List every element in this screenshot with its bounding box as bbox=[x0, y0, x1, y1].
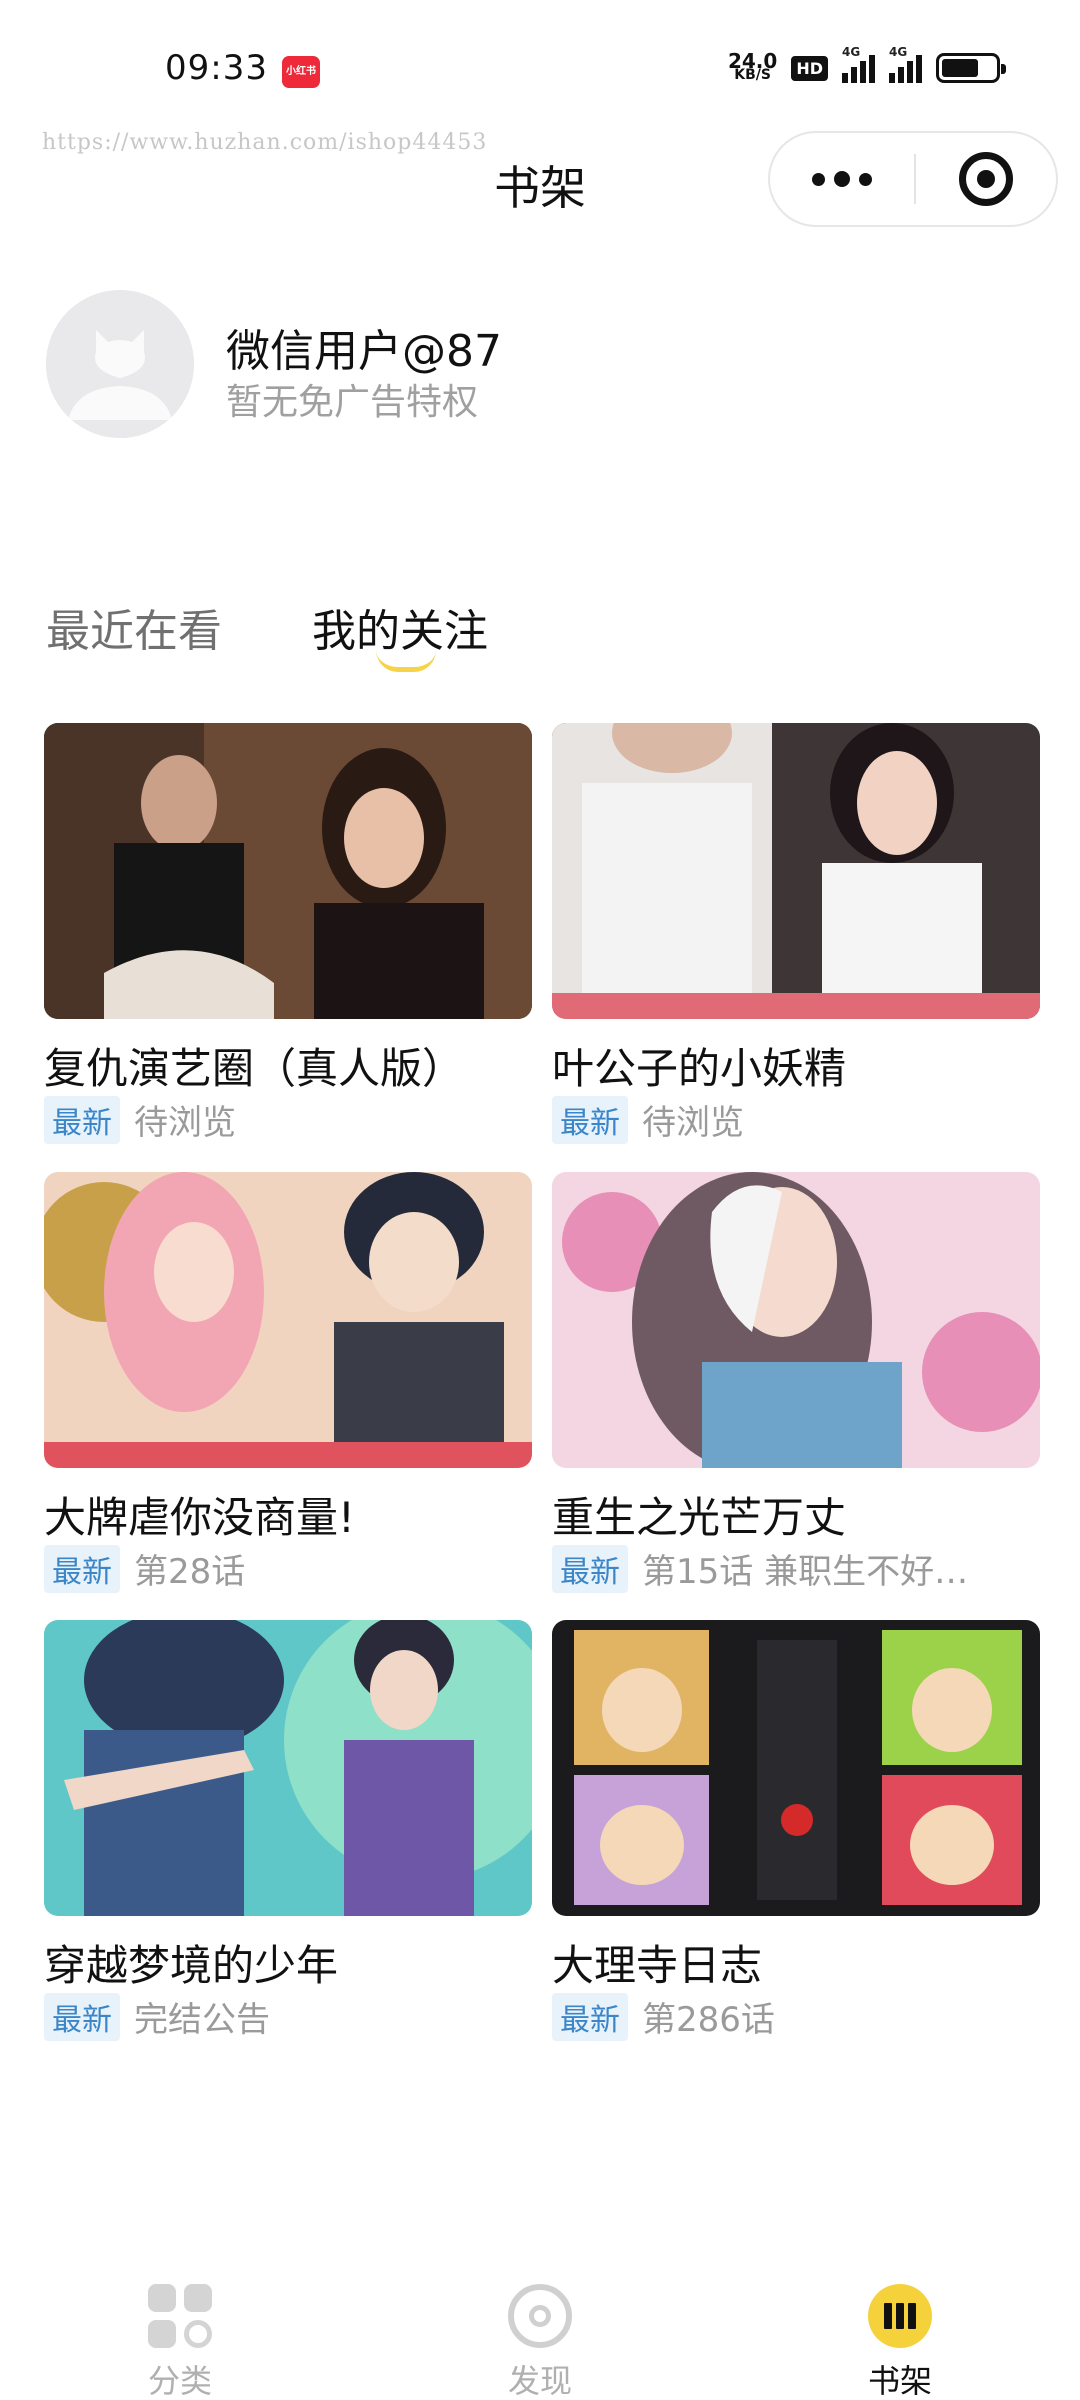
bookshelf-icon bbox=[868, 2284, 932, 2348]
net-speed: 24.0 KB/S bbox=[727, 49, 778, 83]
book-title: 复仇演艺圈（真人版） bbox=[44, 1044, 465, 1093]
book-card[interactable]: 重生之光芒万丈 最新 第15话 兼职生不好… bbox=[552, 1172, 1040, 1593]
book-meta: 最新 第286话 bbox=[552, 1992, 775, 2041]
book-status: 第15话 兼职生不好… bbox=[642, 1552, 969, 1592]
nav-bookshelf[interactable]: 书架 bbox=[830, 2284, 970, 2400]
book-meta: 最新 待浏览 bbox=[44, 1095, 236, 1144]
book-title: 穿越梦境的少年 bbox=[44, 1941, 339, 1990]
book-card[interactable]: 复仇演艺圈（真人版） 最新 待浏览 bbox=[44, 723, 532, 1144]
latest-tag: 最新 bbox=[552, 1992, 628, 2041]
discover-icon bbox=[508, 2284, 572, 2348]
hd-icon: HD bbox=[791, 55, 828, 81]
book-title: 叶公子的小妖精 bbox=[552, 1044, 847, 1093]
book-card[interactable]: 穿越梦境的少年 最新 完结公告 bbox=[44, 1620, 532, 2041]
target-icon bbox=[959, 152, 1013, 206]
latest-tag: 最新 bbox=[552, 1544, 628, 1593]
username: 微信用户@87 bbox=[226, 326, 502, 377]
close-target-button[interactable] bbox=[916, 133, 1056, 225]
nav-category[interactable]: 分类 bbox=[110, 2284, 250, 2400]
book-meta: 最新 待浏览 bbox=[552, 1095, 744, 1144]
nav-label: 分类 bbox=[147, 2362, 212, 2400]
category-grid-icon bbox=[148, 2284, 212, 2348]
avatar[interactable] bbox=[46, 290, 194, 438]
book-status: 第286话 bbox=[642, 2000, 775, 2040]
latest-tag: 最新 bbox=[44, 1992, 120, 2041]
signal-icon-2: 4G bbox=[889, 45, 922, 83]
tab-recent[interactable]: 最近在看 bbox=[46, 595, 222, 659]
latest-tag: 最新 bbox=[552, 1095, 628, 1144]
more-dots-icon[interactable] bbox=[770, 133, 914, 225]
active-tab-indicator bbox=[376, 650, 436, 672]
book-cover bbox=[552, 1620, 1040, 1916]
book-cover bbox=[44, 1620, 532, 1916]
book-status: 待浏览 bbox=[642, 1103, 744, 1143]
app-notification-icon: 小红书 bbox=[282, 56, 320, 88]
book-card[interactable]: 大牌虐你没商量! 最新 第28话 bbox=[44, 1172, 532, 1593]
status-icons: 24.0 KB/S HD 4G 4G bbox=[727, 45, 1006, 88]
book-title: 大理寺日志 bbox=[552, 1941, 763, 1990]
ad-privilege-status: 暂无免广告特权 bbox=[226, 382, 479, 423]
status-time: 09:33 bbox=[165, 48, 268, 88]
book-status: 第28话 bbox=[134, 1552, 246, 1592]
nav-discover[interactable]: 发现 bbox=[470, 2284, 610, 2400]
latest-tag: 最新 bbox=[44, 1544, 120, 1593]
nav-label: 书架 bbox=[867, 2362, 932, 2400]
bottom-nav: 分类 发现 书架 bbox=[0, 2250, 1080, 2400]
book-card[interactable]: 大理寺日志 最新 第286话 bbox=[552, 1620, 1040, 2041]
book-cover bbox=[552, 1172, 1040, 1468]
status-bar: 09:33 小红书 24.0 KB/S HD 4G 4G bbox=[0, 0, 1080, 130]
book-cover bbox=[44, 723, 532, 1019]
book-status: 完结公告 bbox=[134, 2000, 270, 2040]
book-cover bbox=[552, 723, 1040, 1019]
book-cover bbox=[44, 1172, 532, 1468]
nav-label: 发现 bbox=[507, 2362, 572, 2400]
book-meta: 最新 完结公告 bbox=[44, 1992, 270, 2041]
book-meta: 最新 第15话 兼职生不好… bbox=[552, 1544, 968, 1593]
book-title: 大牌虐你没商量! bbox=[44, 1493, 355, 1542]
book-meta: 最新 第28话 bbox=[44, 1544, 245, 1593]
book-status: 待浏览 bbox=[134, 1103, 236, 1143]
mini-program-capsule bbox=[768, 131, 1058, 227]
latest-tag: 最新 bbox=[44, 1095, 120, 1144]
book-title: 重生之光芒万丈 bbox=[552, 1493, 847, 1542]
signal-icon: 4G bbox=[842, 45, 875, 83]
book-card[interactable]: 叶公子的小妖精 最新 待浏览 bbox=[552, 723, 1040, 1144]
battery-icon bbox=[936, 53, 1006, 83]
